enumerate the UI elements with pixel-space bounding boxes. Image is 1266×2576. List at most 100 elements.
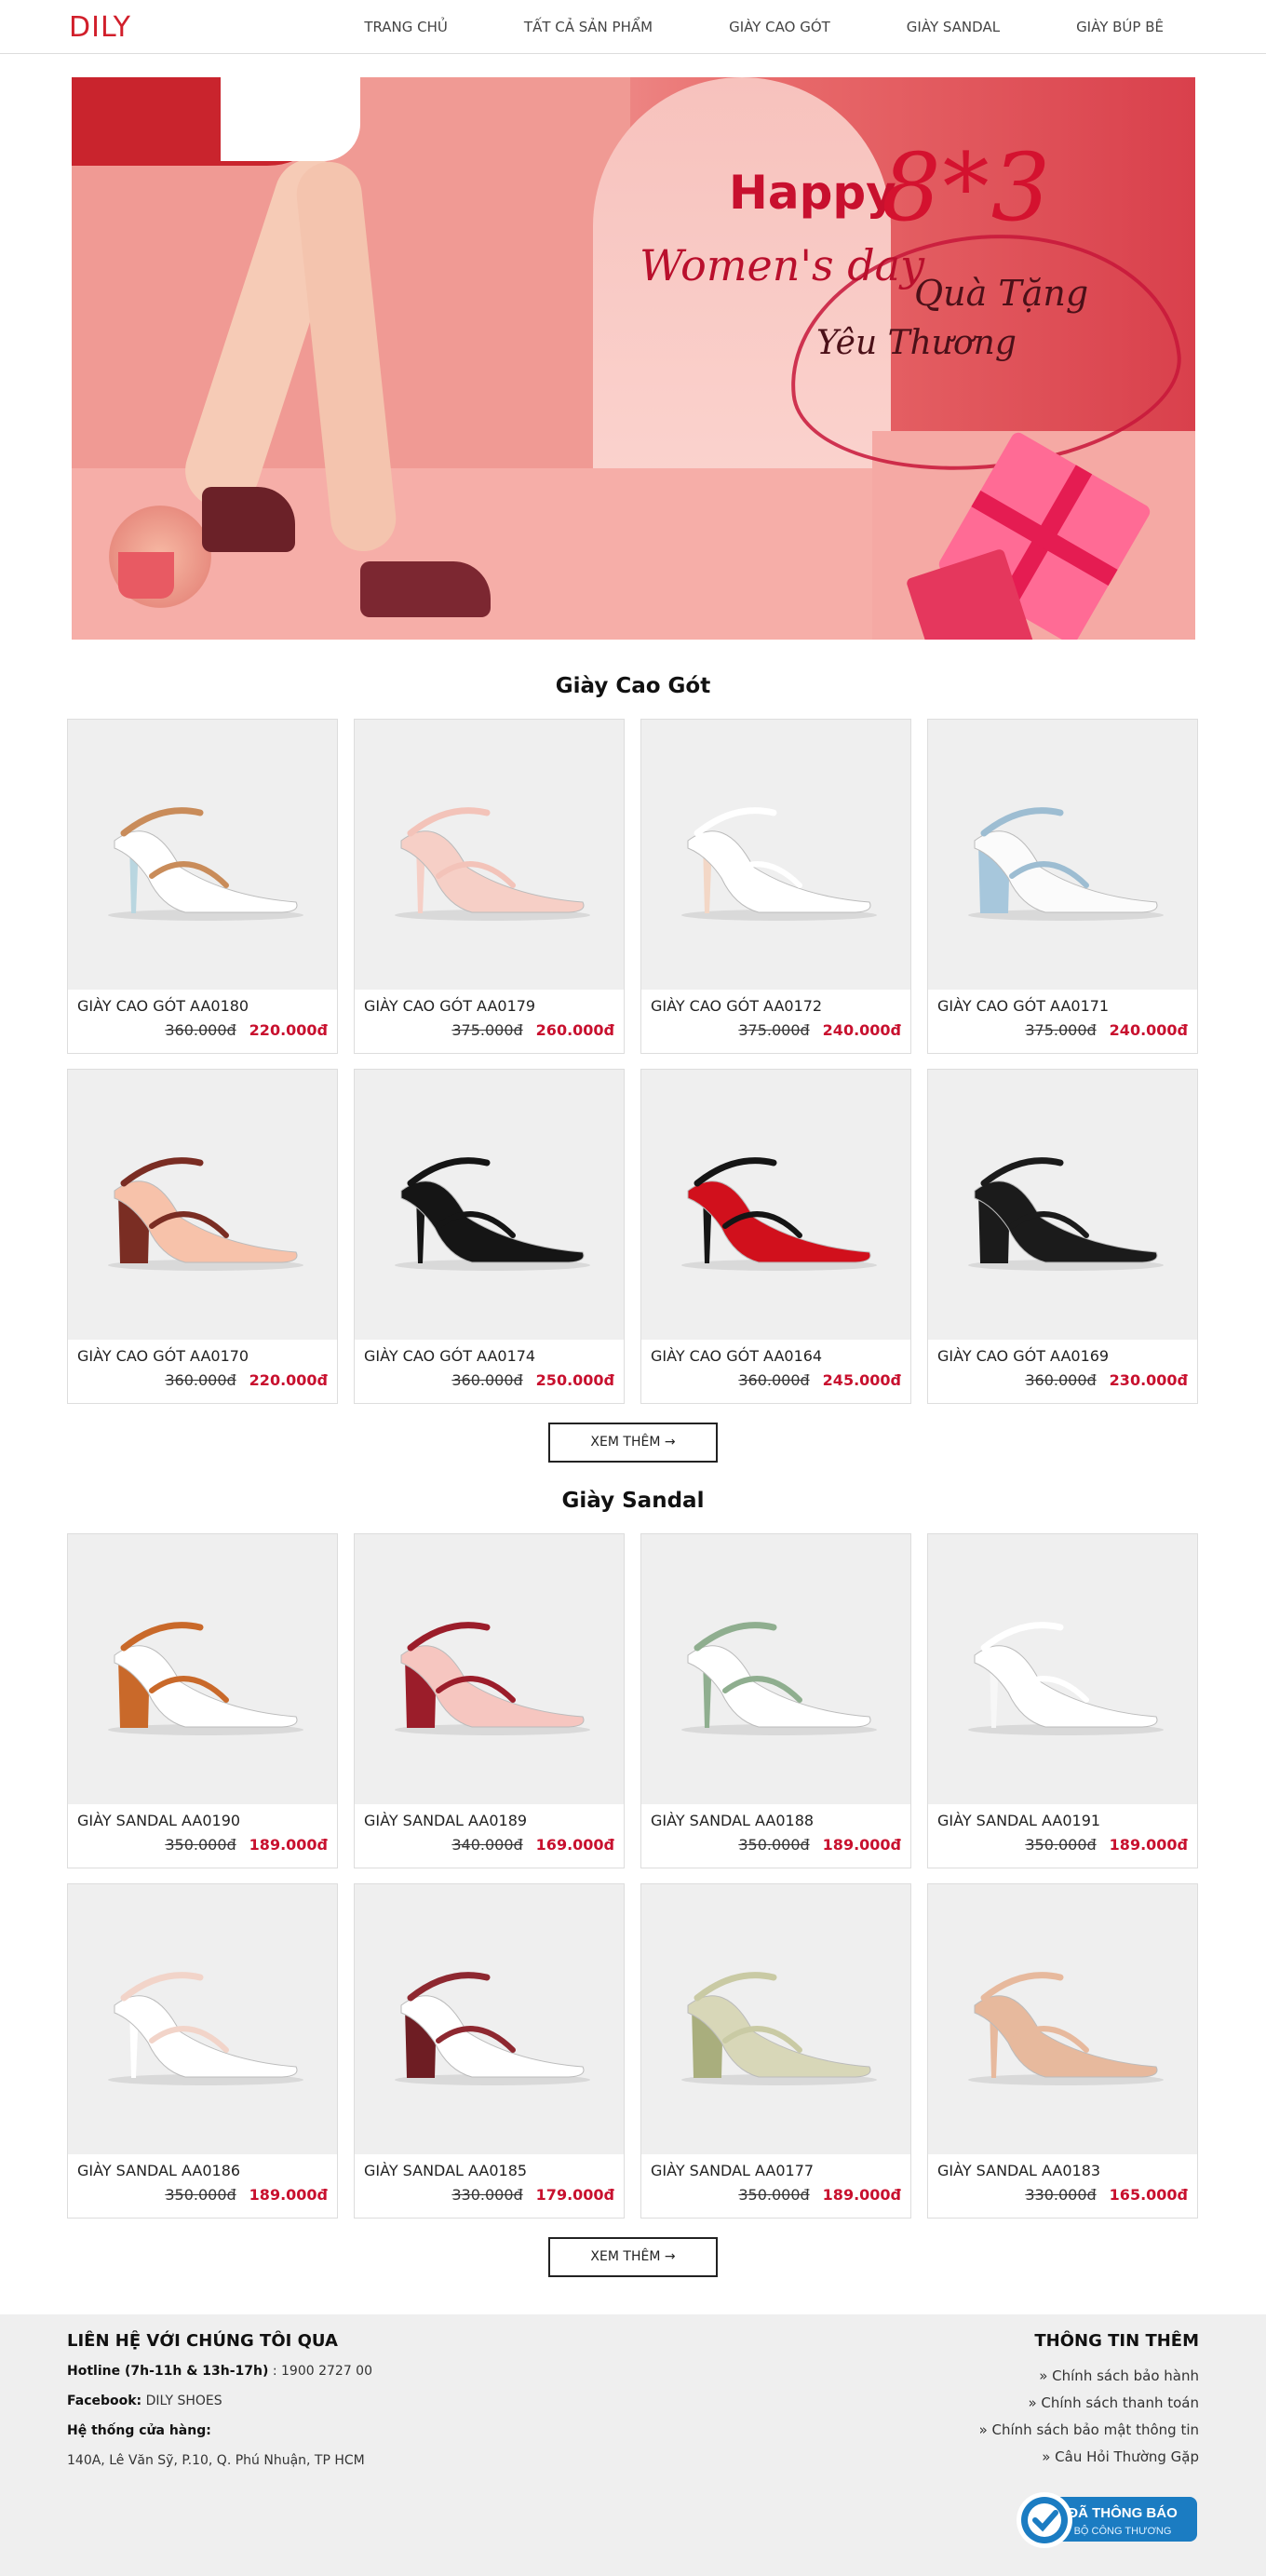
product-name[interactable]: GIÀY CAO GÓT AA0174 xyxy=(364,1347,535,1365)
product-prices: 350.000đ 189.000đ xyxy=(1025,1836,1188,1854)
product-card[interactable]: GIÀY CAO GÓT AA0164 360.000đ 245.000đ xyxy=(640,1069,911,1404)
product-image[interactable] xyxy=(928,1884,1197,2154)
product-card[interactable]: GIÀY SANDAL AA0186 350.000đ 189.000đ xyxy=(67,1883,338,2219)
site-logo[interactable]: DILY xyxy=(69,11,131,44)
product-name[interactable]: GIÀY SANDAL AA0183 xyxy=(937,2162,1100,2179)
product-image[interactable] xyxy=(928,1070,1197,1340)
product-image[interactable] xyxy=(355,720,624,990)
product-image[interactable] xyxy=(355,1534,624,1804)
see-more-heels-button[interactable]: XEM THÊM → xyxy=(548,1423,718,1463)
product-name[interactable]: GIÀY CAO GÓT AA0164 xyxy=(651,1347,822,1365)
product-card[interactable]: GIÀY SANDAL AA0188 350.000đ 189.000đ xyxy=(640,1533,911,1868)
product-prices: 360.000đ 220.000đ xyxy=(165,1371,328,1389)
nav-high-heels[interactable]: GIÀY CAO GÓT xyxy=(729,19,830,35)
promo-banner[interactable]: Happy 8*3 Women's day Quà Tặng Yêu Thươn… xyxy=(72,77,1195,640)
banner-date: 8*3 xyxy=(882,133,1053,242)
product-image[interactable] xyxy=(68,1884,337,2154)
product-name[interactable]: GIÀY SANDAL AA0186 xyxy=(77,2162,240,2179)
shoe-image xyxy=(107,1972,303,2085)
product-name[interactable]: GIÀY CAO GÓT AA0172 xyxy=(651,997,822,1015)
product-card[interactable]: GIÀY CAO GÓT AA0179 375.000đ 260.000đ xyxy=(354,719,625,1054)
product-card[interactable]: GIÀY SANDAL AA0177 350.000đ 189.000đ xyxy=(640,1883,911,2219)
old-price: 375.000đ xyxy=(1025,1021,1097,1039)
old-price: 330.000đ xyxy=(451,2186,523,2204)
product-name[interactable]: GIÀY CAO GÓT AA0180 xyxy=(77,997,249,1015)
sale-price: 250.000đ xyxy=(535,1371,614,1389)
product-card[interactable]: GIÀY CAO GÓT AA0170 360.000đ 220.000đ xyxy=(67,1069,338,1404)
nav-all-products[interactable]: TẤT CẢ SẢN PHẨM xyxy=(524,19,653,35)
shoe-image xyxy=(394,807,590,921)
section-title-heels: Giày Cao Gót xyxy=(555,674,711,698)
product-name[interactable]: GIÀY SANDAL AA0188 xyxy=(651,1812,814,1829)
product-image[interactable] xyxy=(355,1070,624,1340)
nav-home[interactable]: TRANG CHỦ xyxy=(364,19,448,35)
badge-line2: BỘ CÔNG THƯƠNG xyxy=(1074,2525,1172,2537)
old-price: 375.000đ xyxy=(451,1021,523,1039)
product-image[interactable] xyxy=(68,1070,337,1340)
sale-price: 220.000đ xyxy=(249,1021,328,1039)
product-card[interactable]: GIÀY CAO GÓT AA0180 360.000đ 220.000đ xyxy=(67,719,338,1054)
old-price: 350.000đ xyxy=(1025,1836,1097,1854)
product-image[interactable] xyxy=(641,720,910,990)
nav-flats[interactable]: GIÀY BÚP BÊ xyxy=(1076,19,1164,35)
product-prices: 350.000đ 189.000đ xyxy=(738,1836,901,1854)
product-name[interactable]: GIÀY CAO GÓT AA0171 xyxy=(937,997,1109,1015)
store-address: 140A, Lê Văn Sỹ, P.10, Q. Phú Nhuận, TP … xyxy=(67,2453,365,2468)
product-card[interactable]: GIÀY SANDAL AA0190 350.000đ 189.000đ xyxy=(67,1533,338,1868)
product-image[interactable] xyxy=(641,1534,910,1804)
product-card[interactable]: GIÀY SANDAL AA0191 350.000đ 189.000đ xyxy=(927,1533,1198,1868)
product-image[interactable] xyxy=(928,1534,1197,1804)
product-name[interactable]: GIÀY SANDAL AA0190 xyxy=(77,1812,240,1829)
sale-price: 245.000đ xyxy=(822,1371,901,1389)
banner-shoe xyxy=(202,487,295,552)
product-image[interactable] xyxy=(355,1884,624,2154)
product-name[interactable]: GIÀY SANDAL AA0185 xyxy=(364,2162,527,2179)
product-image[interactable] xyxy=(641,1070,910,1340)
product-image[interactable] xyxy=(928,720,1197,990)
product-prices: 375.000đ 260.000đ xyxy=(451,1021,614,1039)
banner-womens-day: Women's day xyxy=(640,240,925,290)
link-faq[interactable]: » Câu Hỏi Thường Gặp xyxy=(979,2448,1199,2465)
info-title: THÔNG TIN THÊM xyxy=(1034,2331,1199,2351)
product-card[interactable]: GIÀY CAO GÓT AA0172 375.000đ 240.000đ xyxy=(640,719,911,1054)
product-image[interactable] xyxy=(641,1884,910,2154)
product-image[interactable] xyxy=(68,720,337,990)
product-prices: 340.000đ 169.000đ xyxy=(451,1836,614,1854)
product-card[interactable]: GIÀY SANDAL AA0189 340.000đ 169.000đ xyxy=(354,1533,625,1868)
link-warranty[interactable]: » Chính sách bảo hành xyxy=(979,2367,1199,2384)
product-prices: 375.000đ 240.000đ xyxy=(738,1021,901,1039)
link-privacy[interactable]: » Chính sách bảo mật thông tin xyxy=(979,2421,1199,2438)
model-sleeve xyxy=(221,77,360,161)
contact-block: LIÊN HỆ VỚI CHÚNG TÔI QUA Hotline (7h-11… xyxy=(67,2331,372,2483)
sale-price: 189.000đ xyxy=(1109,1836,1188,1854)
old-price: 360.000đ xyxy=(165,1371,236,1389)
product-name[interactable]: GIÀY SANDAL AA0191 xyxy=(937,1812,1100,1829)
shoe-image xyxy=(680,1157,877,1271)
nav-sandals[interactable]: GIÀY SANDAL xyxy=(907,19,1000,35)
see-more-sandals-button[interactable]: XEM THÊM → xyxy=(548,2237,718,2277)
product-name[interactable]: GIÀY SANDAL AA0177 xyxy=(651,2162,814,2179)
product-image[interactable] xyxy=(68,1534,337,1804)
shoe-image xyxy=(967,1622,1164,1735)
product-prices: 360.000đ 230.000đ xyxy=(1025,1371,1188,1389)
product-card[interactable]: GIÀY SANDAL AA0183 330.000đ 165.000đ xyxy=(927,1883,1198,2219)
product-card[interactable]: GIÀY CAO GÓT AA0174 360.000đ 250.000đ xyxy=(354,1069,625,1404)
product-name[interactable]: GIÀY CAO GÓT AA0169 xyxy=(937,1347,1109,1365)
product-name[interactable]: GIÀY CAO GÓT AA0170 xyxy=(77,1347,249,1365)
product-card[interactable]: GIÀY SANDAL AA0185 330.000đ 179.000đ xyxy=(354,1883,625,2219)
shoe-image xyxy=(967,1972,1164,2085)
product-card[interactable]: GIÀY CAO GÓT AA0169 360.000đ 230.000đ xyxy=(927,1069,1198,1404)
product-card[interactable]: GIÀY CAO GÓT AA0171 375.000đ 240.000đ xyxy=(927,719,1198,1054)
ministry-badge-icon[interactable]: ĐÃ THÔNG BÁO BỘ CÔNG THƯƠNG xyxy=(1013,2488,1199,2553)
product-name[interactable]: GIÀY SANDAL AA0189 xyxy=(364,1812,527,1829)
product-name[interactable]: GIÀY CAO GÓT AA0179 xyxy=(364,997,535,1015)
site-header: DILY TRANG CHỦ TẤT CẢ SẢN PHẨM GIÀY CAO … xyxy=(0,0,1266,54)
banner-happy: Happy xyxy=(729,166,896,220)
product-prices: 330.000đ 165.000đ xyxy=(1025,2186,1188,2204)
shoe-image xyxy=(680,807,877,921)
product-prices: 350.000đ 189.000đ xyxy=(738,2186,901,2204)
product-prices: 360.000đ 245.000đ xyxy=(738,1371,901,1389)
sale-price: 189.000đ xyxy=(249,2186,328,2204)
link-payment[interactable]: » Chính sách thanh toán xyxy=(979,2394,1199,2411)
sale-price: 230.000đ xyxy=(1109,1371,1188,1389)
